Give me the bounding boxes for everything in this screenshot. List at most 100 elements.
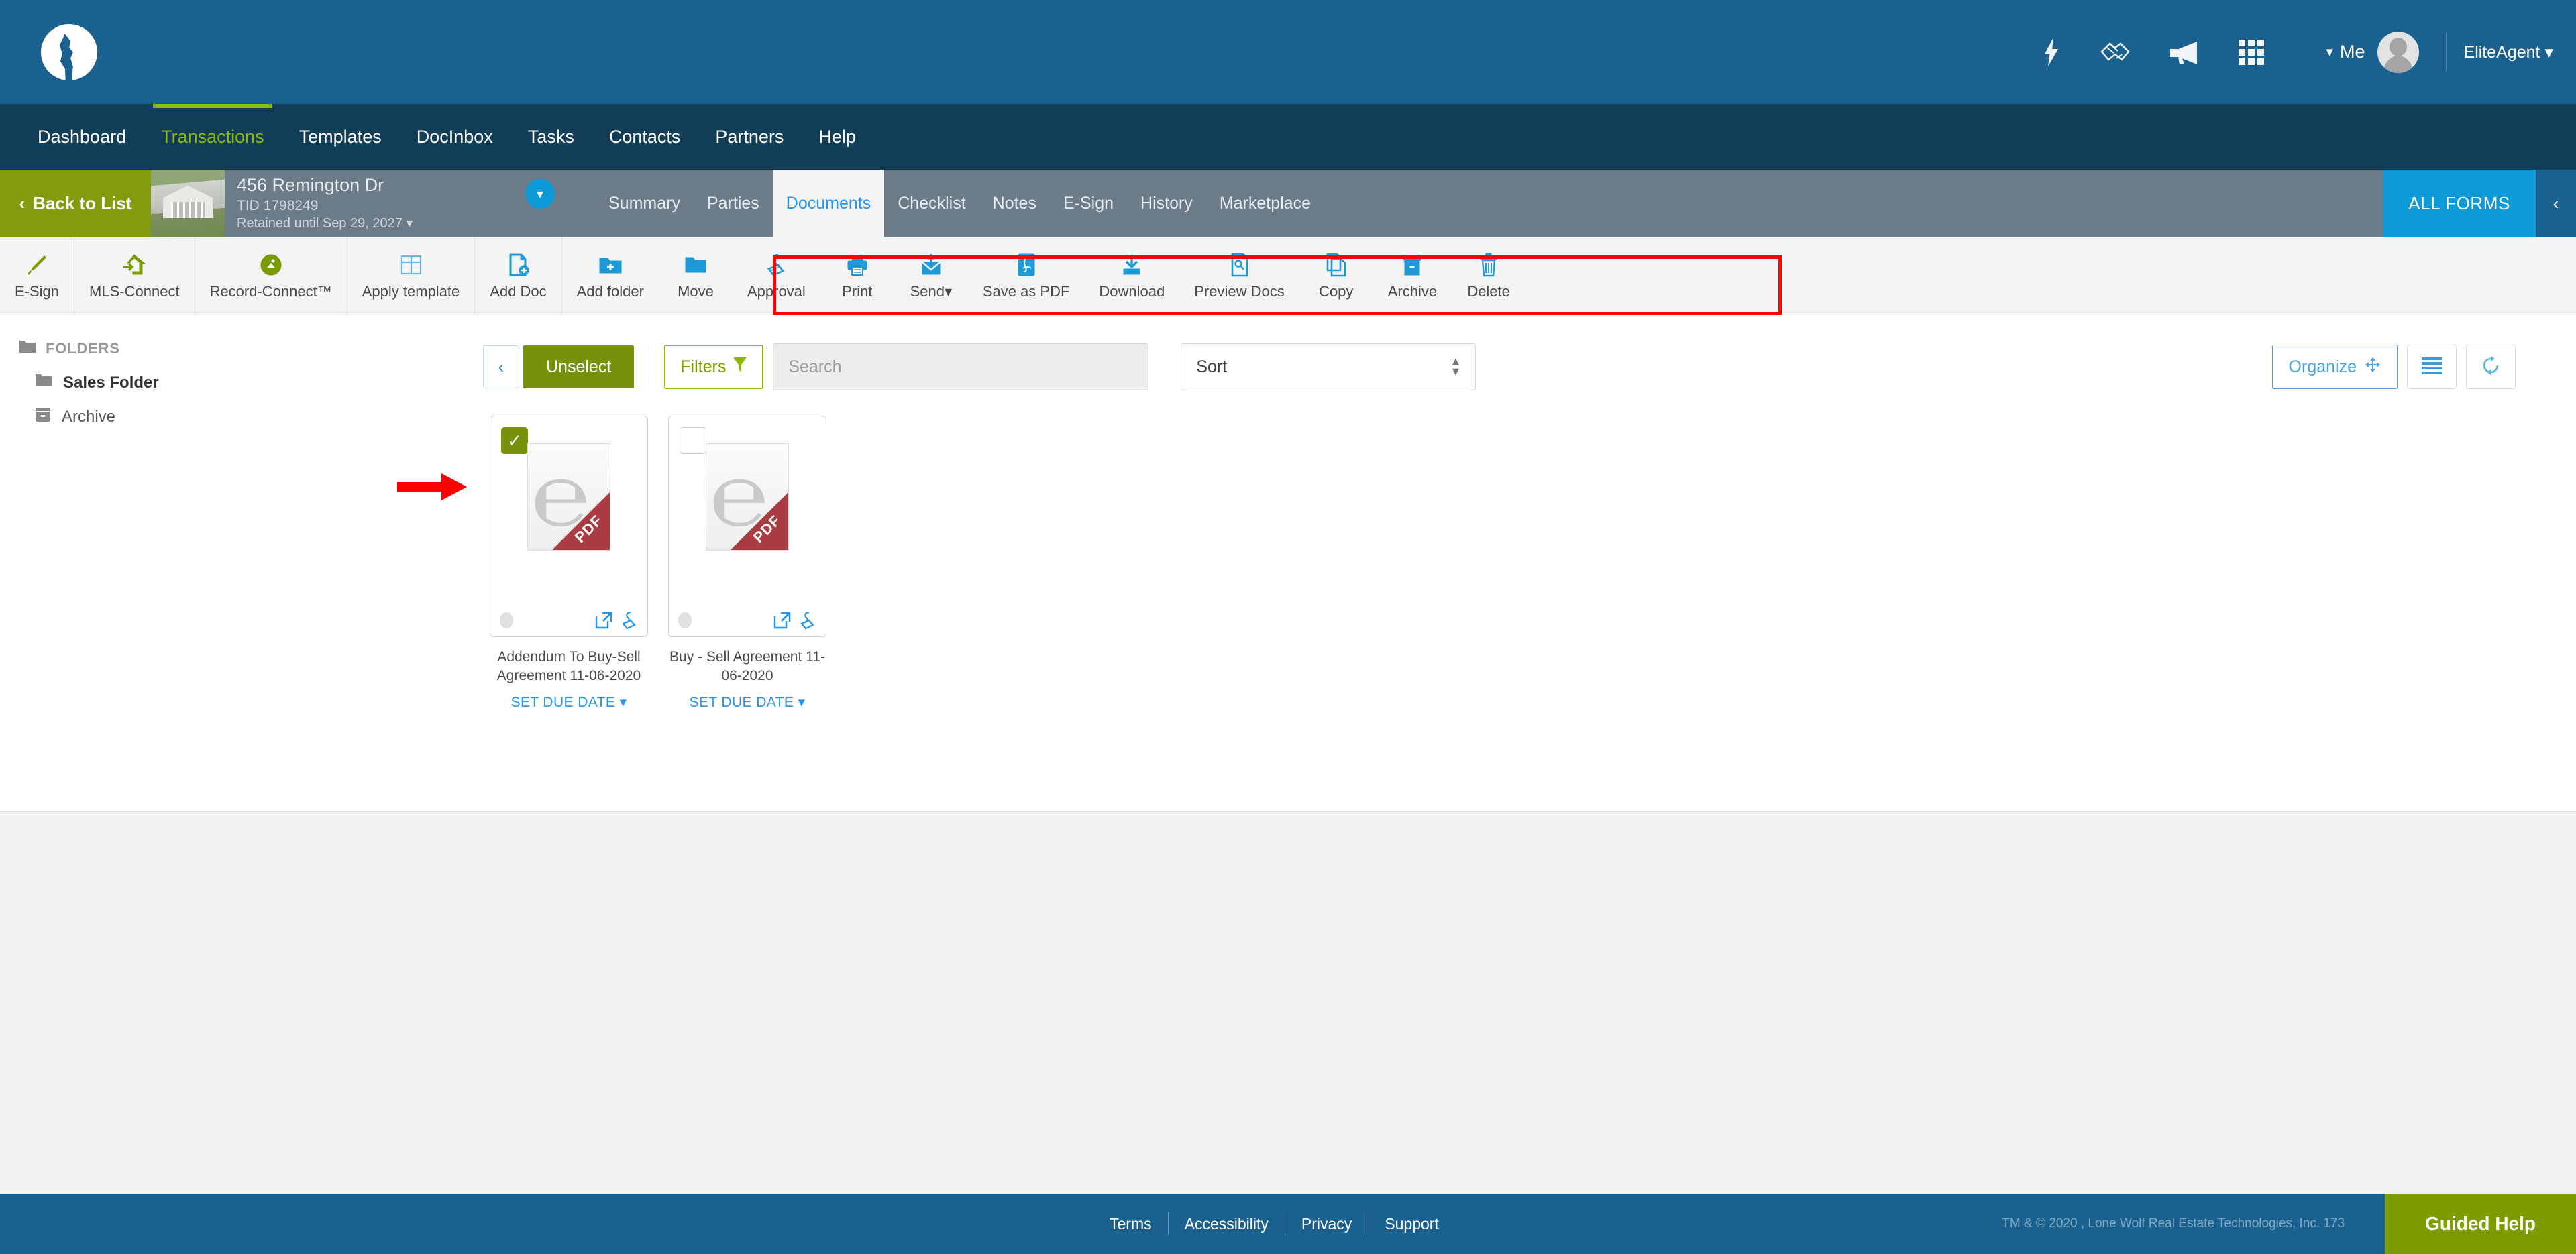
account-menu[interactable]: EliteAgent ▾ xyxy=(2464,42,2553,62)
tab-parties[interactable]: Parties xyxy=(694,170,773,237)
nav-label: Templates xyxy=(299,126,382,147)
filters-button[interactable]: Filters xyxy=(664,345,764,389)
expand-details-button[interactable]: ▾ xyxy=(525,179,555,209)
pdf-icon xyxy=(1016,252,1036,278)
me-menu[interactable]: ▾ Me xyxy=(2326,31,2419,73)
set-due-date-button[interactable]: SET DUE DATE ▾ xyxy=(490,694,648,711)
stamp-icon[interactable] xyxy=(621,611,638,630)
toolbar-esign-button[interactable]: E-Sign xyxy=(0,237,75,315)
app-footer: Terms Accessibility Privacy Support TM &… xyxy=(0,1194,2576,1254)
tab-checklist[interactable]: Checklist xyxy=(884,170,979,237)
list-view-button[interactable] xyxy=(2407,345,2457,389)
document-card[interactable]: ℮ PDF xyxy=(668,416,826,637)
nav-label: Transactions xyxy=(161,126,264,147)
chevron-down-icon: ▾ xyxy=(406,216,413,231)
back-to-list-button[interactable]: ‹ Back to List xyxy=(0,170,151,237)
sidebar-item-archive[interactable]: Archive xyxy=(19,392,402,427)
refresh-button[interactable] xyxy=(2466,345,2516,389)
record-connect-icon xyxy=(260,252,282,278)
brand-logo[interactable] xyxy=(19,23,119,80)
tab-label: Notes xyxy=(992,194,1036,213)
document-action-toolbar: E-Sign MLS-Connect Record-Connect™ Apply… xyxy=(0,237,2576,315)
toolbar-move-button[interactable]: Move xyxy=(659,237,733,315)
toolbar-apply-template-button[interactable]: Apply template xyxy=(347,237,476,315)
nav-item-dashboard[interactable]: Dashboard xyxy=(20,104,144,170)
document-card[interactable]: ✓ ℮ PDF xyxy=(490,416,648,637)
toolbar-preview-docs-button[interactable]: Preview Docs xyxy=(1179,237,1299,315)
nav-item-transactions[interactable]: Transactions xyxy=(144,104,282,170)
tab-documents[interactable]: Documents xyxy=(772,170,885,237)
toolbar-download-button[interactable]: Download xyxy=(1084,237,1179,315)
tab-summary[interactable]: Summary xyxy=(595,170,694,237)
all-forms-button[interactable]: ALL FORMS xyxy=(2383,170,2536,237)
nav-item-tasks[interactable]: Tasks xyxy=(511,104,592,170)
organize-button[interactable]: Organize xyxy=(2271,345,2398,389)
tab-esign[interactable]: E-Sign xyxy=(1050,170,1127,237)
nav-item-docinbox[interactable]: DocInbox xyxy=(399,104,511,170)
toolbar-save-as-pdf-button[interactable]: Save as PDF xyxy=(968,237,1085,315)
search-input[interactable] xyxy=(773,343,1149,390)
stamp-icon[interactable] xyxy=(799,611,816,630)
footer-link-support[interactable]: Support xyxy=(1368,1215,1455,1233)
nav-item-templates[interactable]: Templates xyxy=(282,104,399,170)
retention-date[interactable]: Retained until Sep 29, 2027 ▾ xyxy=(237,215,513,233)
status-dot xyxy=(678,612,692,628)
transaction-id: TID 1798249 xyxy=(237,197,319,213)
open-external-icon[interactable] xyxy=(773,612,791,629)
toolbar-label: Copy xyxy=(1319,282,1354,300)
nav-item-partners[interactable]: Partners xyxy=(698,104,801,170)
tab-label: Summary xyxy=(608,194,680,213)
megaphone-icon[interactable] xyxy=(2167,39,2200,66)
toolbar-label: Save as PDF xyxy=(982,282,1070,300)
nav-item-help[interactable]: Help xyxy=(801,104,873,170)
apps-grid-icon[interactable] xyxy=(2237,38,2265,66)
toolbar-mls-connect-button[interactable]: MLS-Connect xyxy=(74,237,195,315)
avatar[interactable] xyxy=(2377,31,2419,73)
set-due-date-label: SET DUE DATE xyxy=(689,694,794,710)
pdf-thumbnail: ℮ PDF xyxy=(527,443,610,551)
unselect-label: Unselect xyxy=(546,357,612,376)
panel-collapse-button[interactable]: ‹ xyxy=(2536,170,2576,237)
toolbar-delete-button[interactable]: Delete xyxy=(1452,237,1525,315)
set-due-date-button[interactable]: SET DUE DATE ▾ xyxy=(668,694,826,711)
lightning-icon[interactable] xyxy=(2041,38,2061,67)
document-title: Addendum To Buy-Sell Agreement 11-06-202… xyxy=(496,649,641,684)
document-checkbox[interactable] xyxy=(680,427,706,454)
toolbar-add-folder-button[interactable]: Add folder xyxy=(562,237,659,315)
chevron-down-icon: ▾ xyxy=(798,694,806,710)
envelope-send-icon xyxy=(920,252,943,278)
main-nav: Dashboard Transactions Templates DocInbo… xyxy=(0,104,2576,170)
toolbar-archive-button[interactable]: Archive xyxy=(1373,237,1452,315)
folder-icon xyxy=(19,339,36,358)
unselect-button[interactable]: Unselect xyxy=(523,345,635,388)
list-view-icon xyxy=(2421,357,2443,378)
sidebar-item-label: Sales Folder xyxy=(63,373,159,392)
printer-icon xyxy=(846,252,869,278)
open-external-icon[interactable] xyxy=(595,612,612,629)
toolbar-add-doc-button[interactable]: Add Doc xyxy=(475,237,562,315)
sidebar-item-sales-folder[interactable]: Sales Folder xyxy=(19,358,402,392)
toolbar-record-connect-button[interactable]: Record-Connect™ xyxy=(195,237,347,315)
footer-link-terms[interactable]: Terms xyxy=(1093,1215,1168,1233)
document-checkbox[interactable]: ✓ xyxy=(501,427,528,454)
footer-link-accessibility[interactable]: Accessibility xyxy=(1169,1215,1285,1233)
chevron-left-icon: ‹ xyxy=(19,193,25,213)
tab-label: Checklist xyxy=(898,194,966,213)
toolbar-copy-button[interactable]: Copy xyxy=(1299,237,1373,315)
sort-select[interactable]: Sort xyxy=(1181,343,1477,390)
footer-link-privacy[interactable]: Privacy xyxy=(1285,1215,1368,1233)
sidebar-item-label: Archive xyxy=(62,408,116,426)
footer-link-label: Support xyxy=(1385,1214,1439,1233)
account-label: EliteAgent xyxy=(2463,42,2540,62)
tab-history[interactable]: History xyxy=(1127,170,1206,237)
tab-notes[interactable]: Notes xyxy=(979,170,1050,237)
guided-help-button[interactable]: Guided Help xyxy=(2385,1194,2576,1254)
handshake-icon[interactable] xyxy=(2099,38,2131,66)
toolbar-approval-button[interactable]: Approval xyxy=(733,237,820,315)
toolbar-send-button[interactable]: Send▾ xyxy=(894,237,968,315)
tab-marketplace[interactable]: Marketplace xyxy=(1206,170,1324,237)
nav-item-contacts[interactable]: Contacts xyxy=(592,104,698,170)
organize-label: Organize xyxy=(2288,357,2357,376)
toolbar-print-button[interactable]: Print xyxy=(820,237,894,315)
collapse-sidebar-button[interactable]: ‹ xyxy=(483,345,519,388)
